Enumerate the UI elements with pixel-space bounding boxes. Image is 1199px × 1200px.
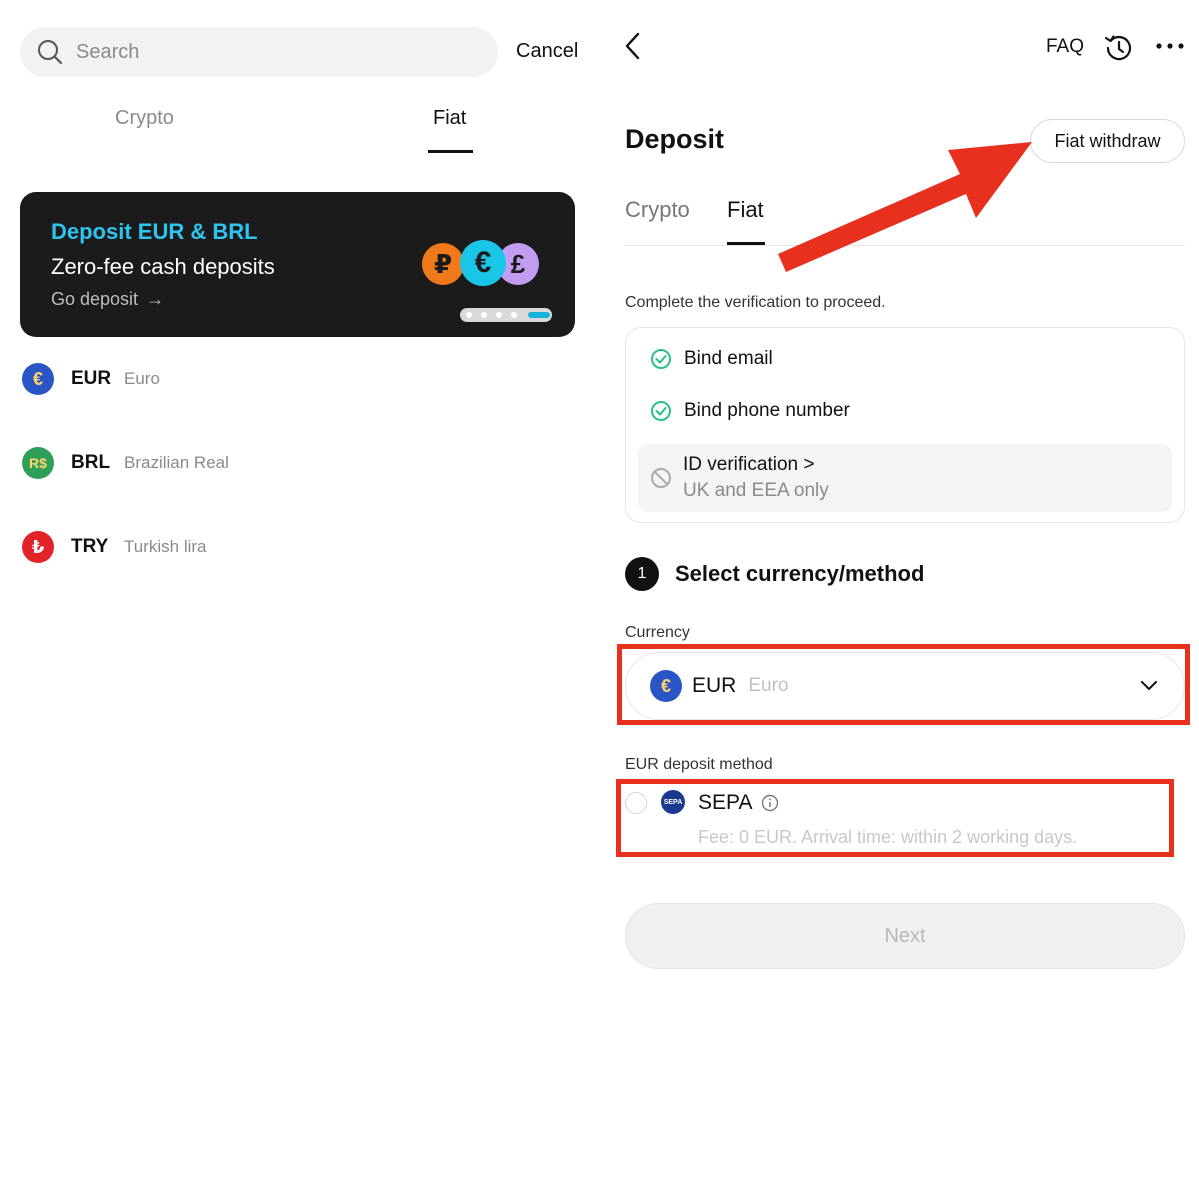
ruble-coin-icon: ₽	[422, 243, 464, 285]
tab-fiat[interactable]: Fiat	[727, 197, 764, 223]
active-tab-indicator	[428, 150, 473, 153]
go-deposit-label: Go deposit	[51, 289, 139, 309]
id-verification-label: ID verification >	[683, 454, 815, 475]
step-title: Select currency/method	[675, 561, 925, 586]
cancel-button[interactable]: Cancel	[516, 40, 578, 63]
currency-code: TRY	[71, 536, 109, 557]
method-name: SEPA	[698, 791, 753, 814]
sepa-logo: SEPA	[661, 790, 685, 814]
tab-crypto[interactable]: Crypto	[625, 197, 690, 223]
search-input[interactable]	[76, 40, 456, 64]
verification-label: Bind email	[684, 348, 773, 369]
search-bar[interactable]	[20, 27, 498, 77]
currency-item-try[interactable]: ₺ TRY Turkish lira	[22, 527, 582, 567]
search-icon	[36, 38, 64, 66]
check-circle-icon	[651, 401, 671, 421]
carousel-indicator[interactable]	[460, 308, 552, 322]
currency-select[interactable]: € EUR Euro	[625, 652, 1185, 720]
banner-title: Deposit EUR & BRL	[51, 219, 258, 244]
go-deposit-link[interactable]: Go deposit →	[51, 289, 164, 310]
verification-label: Bind phone number	[684, 400, 850, 421]
chevron-down-icon	[1141, 681, 1157, 690]
step-number-badge: 1	[625, 557, 659, 591]
selected-currency-code: EUR	[692, 674, 737, 697]
euro-icon: €	[650, 670, 682, 702]
carousel-dot-active	[528, 312, 550, 318]
verification-item-email: Bind email	[650, 348, 773, 370]
tab-fiat[interactable]: Fiat	[433, 107, 466, 130]
euro-icon: €	[22, 363, 54, 395]
tab-crypto[interactable]: Crypto	[115, 107, 174, 130]
currency-code: EUR	[71, 368, 112, 389]
info-icon[interactable]	[761, 794, 779, 812]
currency-name: Brazilian Real	[124, 453, 229, 472]
fiat-withdraw-button[interactable]: Fiat withdraw	[1030, 119, 1185, 163]
method-fee-text: Fee: 0 EUR. Arrival time: within 2 worki…	[698, 827, 1078, 847]
promo-banner[interactable]: Deposit EUR & BRL Zero-fee cash deposits…	[20, 192, 575, 337]
currency-code: BRL	[71, 452, 111, 473]
method-radio[interactable]	[625, 792, 647, 814]
blocked-icon	[651, 468, 671, 488]
check-circle-icon	[651, 349, 671, 369]
carousel-dot	[481, 312, 487, 318]
carousel-dot	[496, 312, 502, 318]
page-title: Deposit	[625, 124, 725, 154]
deposit-panel: FAQ Deposit Fiat withdraw Crypto Fiat Co…	[600, 0, 1199, 1200]
euro-coin-icon: €	[460, 240, 506, 286]
verification-card: Bind email Bind phone number ID verifica…	[625, 327, 1185, 523]
back-icon[interactable]	[622, 30, 646, 62]
tab-divider	[625, 245, 1185, 246]
carousel-dot	[511, 312, 517, 318]
deposit-method-label: EUR deposit method	[625, 756, 773, 773]
banner-subtitle: Zero-fee cash deposits	[51, 254, 275, 279]
currency-label: Currency	[625, 624, 690, 641]
verification-item-phone: Bind phone number	[650, 400, 850, 422]
currency-item-brl[interactable]: R$ BRL Brazilian Real	[22, 443, 582, 483]
carousel-dot	[466, 312, 472, 318]
currency-name: Turkish lira	[124, 537, 207, 556]
arrow-right-icon: →	[146, 289, 165, 309]
id-verification-item[interactable]: ID verification > UK and EEA only	[638, 444, 1172, 512]
verification-note: Complete the verification to proceed.	[625, 294, 886, 311]
faq-link[interactable]: FAQ	[1046, 36, 1084, 58]
selected-currency-name: Euro	[748, 675, 789, 696]
id-verification-subtext: UK and EEA only	[683, 480, 829, 501]
currency-picker-panel: Cancel Crypto Fiat Deposit EUR & BRL Zer…	[0, 0, 600, 1200]
active-tab-indicator	[727, 242, 765, 245]
lira-icon: ₺	[22, 531, 54, 563]
more-icon[interactable]	[1155, 36, 1185, 56]
history-icon[interactable]	[1102, 32, 1134, 64]
currency-item-eur[interactable]: € EUR Euro	[22, 359, 582, 399]
real-icon: R$	[22, 447, 54, 479]
deposit-method-sepa[interactable]: SEPA SEPA Fee: 0 EUR. Arrival time: with…	[625, 787, 1165, 857]
next-button[interactable]: Next	[625, 903, 1185, 969]
currency-name: Euro	[124, 369, 160, 388]
